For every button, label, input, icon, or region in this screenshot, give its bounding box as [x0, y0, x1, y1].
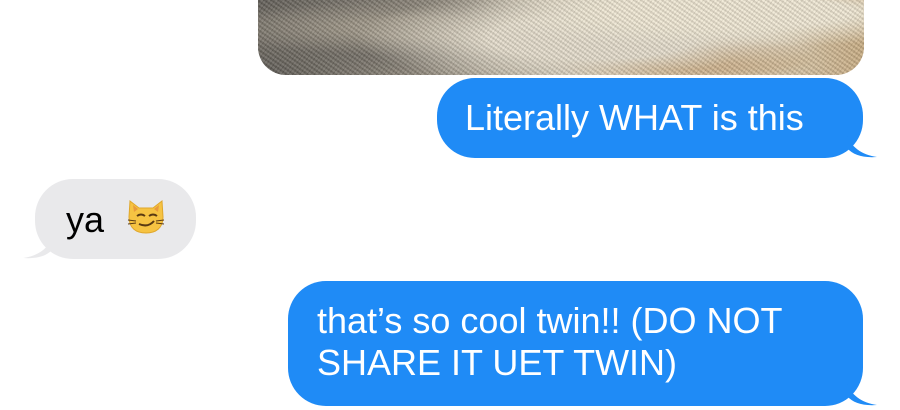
bubble-tail	[23, 237, 53, 259]
message-text: ya	[66, 199, 105, 241]
message-text: that’s so cool twin!! (DO NOT SHARE IT U…	[317, 300, 782, 383]
bubble-tail	[847, 384, 877, 406]
image-attachment[interactable]	[258, 0, 864, 75]
message-bubble-sent[interactable]: Literally WHAT is this	[437, 78, 877, 158]
bubble-tail	[847, 136, 877, 158]
message-bubble-received[interactable]: ya	[23, 179, 196, 259]
smirk-cat-icon	[124, 195, 168, 244]
message-text: Literally WHAT is this	[465, 97, 804, 138]
message-bubble-sent[interactable]: that’s so cool twin!! (DO NOT SHARE IT U…	[288, 281, 877, 406]
